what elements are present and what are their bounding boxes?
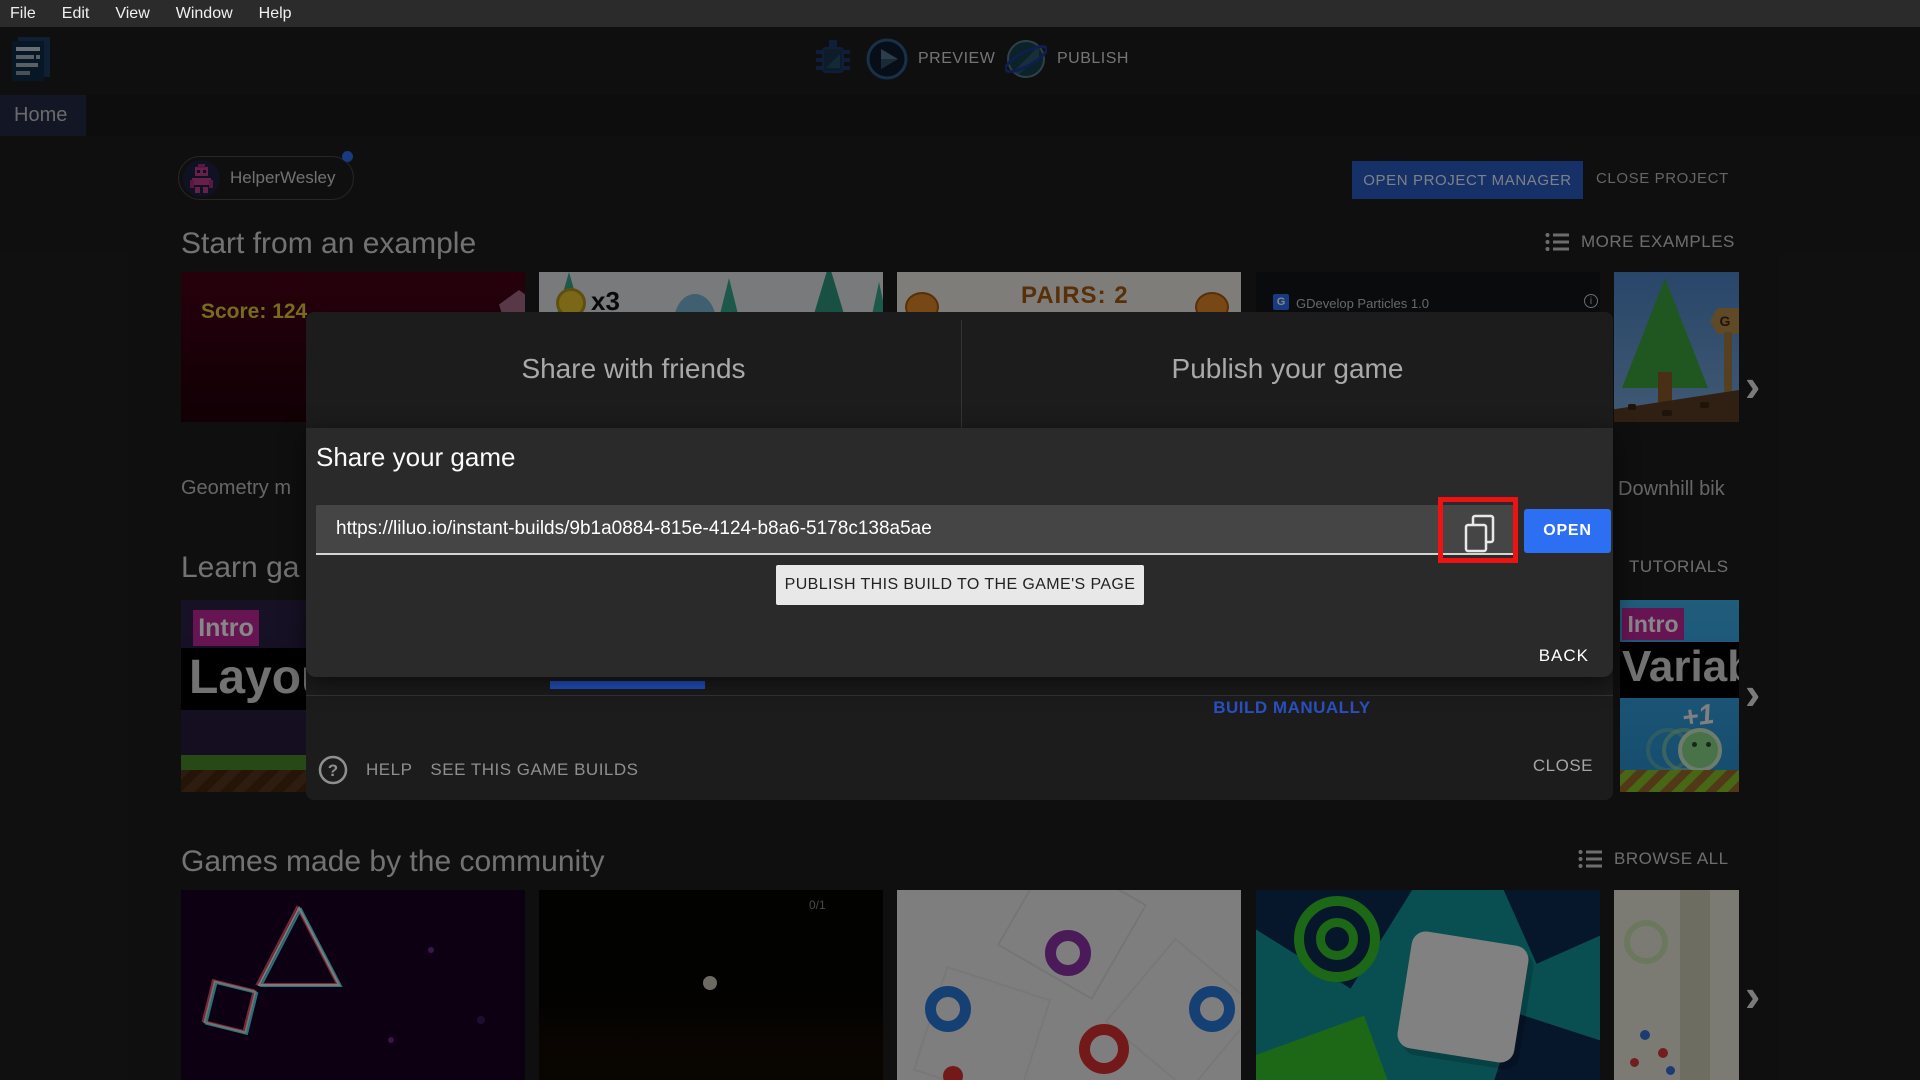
help-button[interactable]: HELP — [366, 760, 412, 780]
gdevelop-window: File Edit View Window Help PREVIEW PUBLI… — [0, 0, 1920, 1080]
svg-text:?: ? — [328, 761, 338, 780]
menu-file[interactable]: File — [10, 5, 36, 23]
see-game-builds-button[interactable]: SEE THIS GAME BUILDS — [430, 760, 638, 780]
menu-view[interactable]: View — [115, 5, 149, 23]
share-game-panel: Share your game OPEN PUBLISH THIS BUILD … — [306, 428, 1613, 677]
tab-publish-your-game[interactable]: Publish your game — [962, 312, 1613, 425]
tab-share-with-friends[interactable]: Share with friends — [306, 312, 961, 425]
publish-build-button[interactable]: PUBLISH THIS BUILD TO THE GAME'S PAGE — [776, 565, 1144, 605]
game-url-input[interactable] — [316, 505, 1514, 555]
menu-window[interactable]: Window — [176, 5, 233, 23]
highlight-annotation-box — [1438, 497, 1518, 563]
help-icon[interactable]: ? — [318, 755, 348, 785]
active-tab-indicator — [550, 681, 705, 689]
back-button[interactable]: BACK — [1539, 646, 1589, 666]
menu-bar: File Edit View Window Help — [0, 0, 1920, 27]
dialog-divider-line — [306, 695, 1613, 696]
share-panel-title: Share your game — [316, 442, 516, 472]
close-dialog-button[interactable]: CLOSE — [1533, 756, 1593, 776]
open-game-button[interactable]: OPEN — [1524, 509, 1611, 553]
tab-share-label: Share with friends — [521, 352, 746, 384]
tab-publish-label: Publish your game — [1171, 352, 1404, 384]
tab-divider — [961, 320, 962, 428]
menu-help[interactable]: Help — [259, 5, 292, 23]
menu-edit[interactable]: Edit — [62, 5, 90, 23]
build-manually-button[interactable]: BUILD MANUALLY — [1142, 698, 1442, 720]
